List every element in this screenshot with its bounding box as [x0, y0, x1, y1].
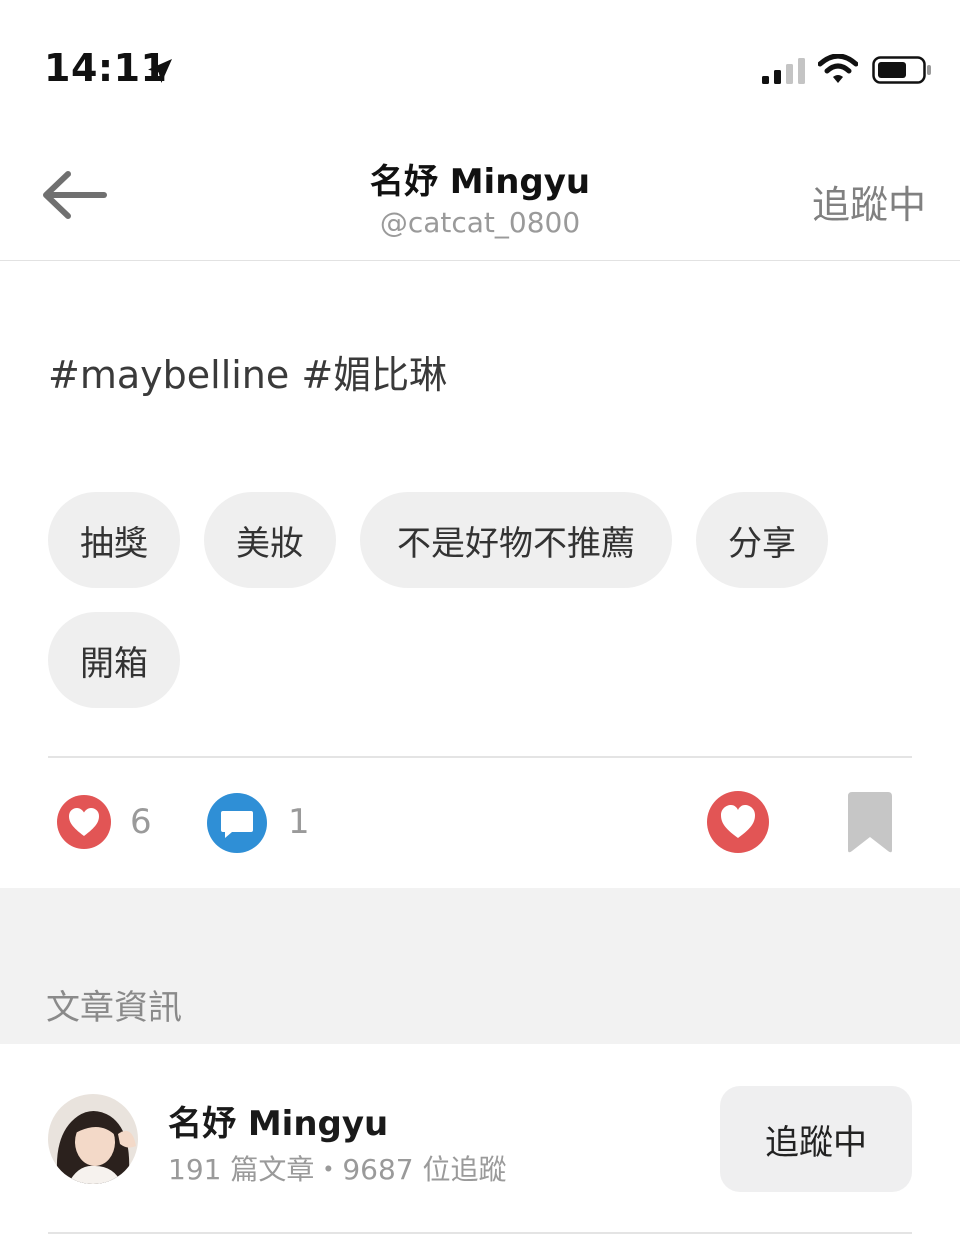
follow-button[interactable]: 追蹤中 — [720, 1086, 912, 1192]
chip-lottery[interactable]: 抽獎 — [48, 492, 180, 588]
chip-unboxing[interactable]: 開箱 — [48, 612, 180, 708]
bookmark-icon[interactable] — [848, 792, 892, 854]
like-count-heart-icon[interactable] — [56, 794, 112, 850]
post-header: 名妤 Mingyu @catcat_0800 追蹤中 — [0, 130, 960, 261]
author-name[interactable]: 名妤 Mingyu — [168, 1096, 388, 1145]
wifi-icon — [818, 54, 858, 83]
divider — [48, 756, 912, 758]
avatar[interactable] — [48, 1094, 138, 1184]
battery-icon — [872, 56, 931, 84]
cellular-signal-icon — [762, 58, 805, 84]
location-arrow-icon — [148, 59, 172, 83]
article-info-section: 文章資訊 — [0, 888, 960, 1044]
like-count: 6 — [130, 802, 152, 842]
author-stats: 191 篇文章・9687 位追蹤 — [168, 1153, 507, 1186]
header-follow-button[interactable]: 追蹤中 — [812, 174, 926, 229]
author-card[interactable]: 名妤 Mingyu 191 篇文章・9687 位追蹤 追蹤中 — [0, 1044, 960, 1253]
section-title: 文章資訊 — [46, 988, 182, 1028]
like-button-heart-icon[interactable] — [706, 790, 770, 854]
post-actions: 6 1 — [0, 780, 960, 880]
divider — [48, 1232, 912, 1234]
chip-recommend[interactable]: 不是好物不推薦 — [360, 492, 672, 588]
comment-icon[interactable] — [206, 792, 268, 854]
chip-makeup[interactable]: 美妝 — [204, 492, 336, 588]
comment-count: 1 — [288, 802, 310, 842]
status-bar: 14:11 — [0, 0, 960, 130]
chip-share[interactable]: 分享 — [696, 492, 828, 588]
post-hashtags[interactable]: #maybelline #媚比琳 — [48, 344, 447, 399]
